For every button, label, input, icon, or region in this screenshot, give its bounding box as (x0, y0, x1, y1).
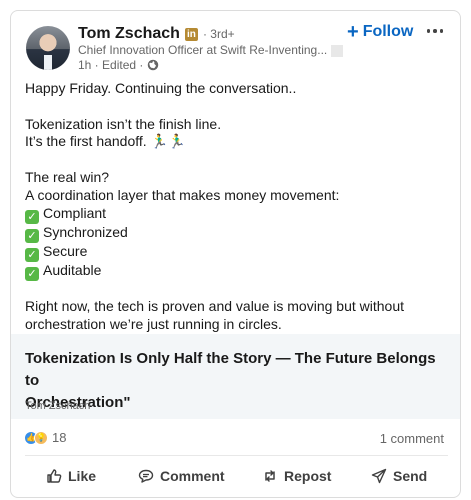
checklist-label: Secure (43, 242, 88, 259)
ellipsis-icon[interactable] (423, 21, 447, 41)
post-text: Happy Friday. Continuing the conversatio… (25, 80, 450, 334)
send-icon (371, 468, 387, 484)
check-mark-icon: ✓ (25, 209, 39, 224)
post-line: It’s the first handoff. 🏃‍♂️🏃‍♂️ (25, 133, 186, 150)
like-label: Like (68, 468, 97, 484)
thumbs-up-icon (47, 469, 62, 483)
connection-degree: · 3rd+ (202, 27, 235, 41)
avatar-shirt (44, 55, 52, 70)
dot (439, 29, 444, 33)
author-name-row: Tom Zschach in · 3rd+ (78, 25, 235, 43)
comment-label: Comment (160, 468, 225, 484)
comment-count-link[interactable]: 1 comment (380, 431, 444, 446)
post-line: Happy Friday. Continuing the conversatio… (25, 80, 297, 96)
plus-icon: + (347, 21, 359, 43)
comment-button[interactable]: Comment (138, 460, 225, 492)
post-header: Tom Zschach in · 3rd+ Chief Innovation O… (11, 11, 460, 81)
check-mark-icon: ✓ (25, 247, 39, 262)
dot (426, 29, 431, 33)
send-label: Send (393, 468, 428, 484)
divider (25, 455, 448, 456)
checklist-item: ✓ Secure (25, 243, 450, 262)
repost-label: Repost (284, 468, 332, 484)
post-line: The real win? (25, 168, 110, 185)
linkedin-premium-icon: in (184, 27, 198, 41)
repost-icon (265, 470, 275, 482)
reaction-count: 18 (52, 430, 67, 445)
author-name[interactable]: Tom Zschach (78, 25, 180, 43)
dot (433, 29, 437, 33)
post-line: Tokenization isn’t the finish line. (25, 115, 222, 132)
post-meta: 1h · Edited · (78, 58, 159, 72)
comment-icon (138, 469, 154, 483)
send-button[interactable]: Send (371, 460, 427, 492)
follow-button[interactable]: + Follow (347, 21, 414, 43)
action-bar: Like Comment Repost Send (11, 460, 460, 492)
post-line: Right now, the tech is proven and value … (25, 298, 404, 315)
checklist-item: ✓ Synchronized (25, 224, 450, 243)
checklist-item: ✓ Compliant (25, 205, 450, 224)
article-title-line: Tokenization Is Only Half the Story — Th… (25, 350, 436, 389)
author-headline-text: Chief Innovation Officer at Swift Re-Inv… (78, 43, 328, 57)
article-preview[interactable]: Tokenization Is Only Half the Story — Th… (11, 334, 460, 419)
feed-post-card: Tom Zschach in · 3rd+ Chief Innovation O… (10, 10, 461, 498)
checklist-label: Synchronized (43, 223, 128, 240)
reactions-summary[interactable]: 👍 💡 18 (24, 430, 66, 445)
checklist-label: Compliant (43, 204, 107, 221)
checklist-label: Auditable (43, 261, 102, 278)
post-timestamp: 1h · Edited · (78, 58, 144, 72)
article-author: Tom Zschach (25, 400, 91, 412)
like-button[interactable]: Like (46, 460, 96, 492)
post-line: orchestration we’re just running in circ… (25, 316, 282, 333)
globe-icon (148, 59, 159, 71)
check-mark-icon: ✓ (25, 266, 39, 281)
redacted-block (331, 44, 344, 57)
post-line: A coordination layer that makes money mo… (25, 186, 340, 203)
social-counts: 👍 💡 18 1 comment (11, 428, 460, 452)
insightful-reaction-icon: 💡 (34, 430, 48, 445)
author-avatar[interactable] (26, 26, 70, 70)
check-mark-icon: ✓ (25, 228, 39, 243)
author-headline: Chief Innovation Officer at Swift Re-Inv… (78, 43, 344, 57)
follow-label: Follow (362, 23, 414, 40)
repost-button[interactable]: Repost (262, 460, 331, 492)
checklist-item: ✓ Auditable (25, 262, 450, 281)
